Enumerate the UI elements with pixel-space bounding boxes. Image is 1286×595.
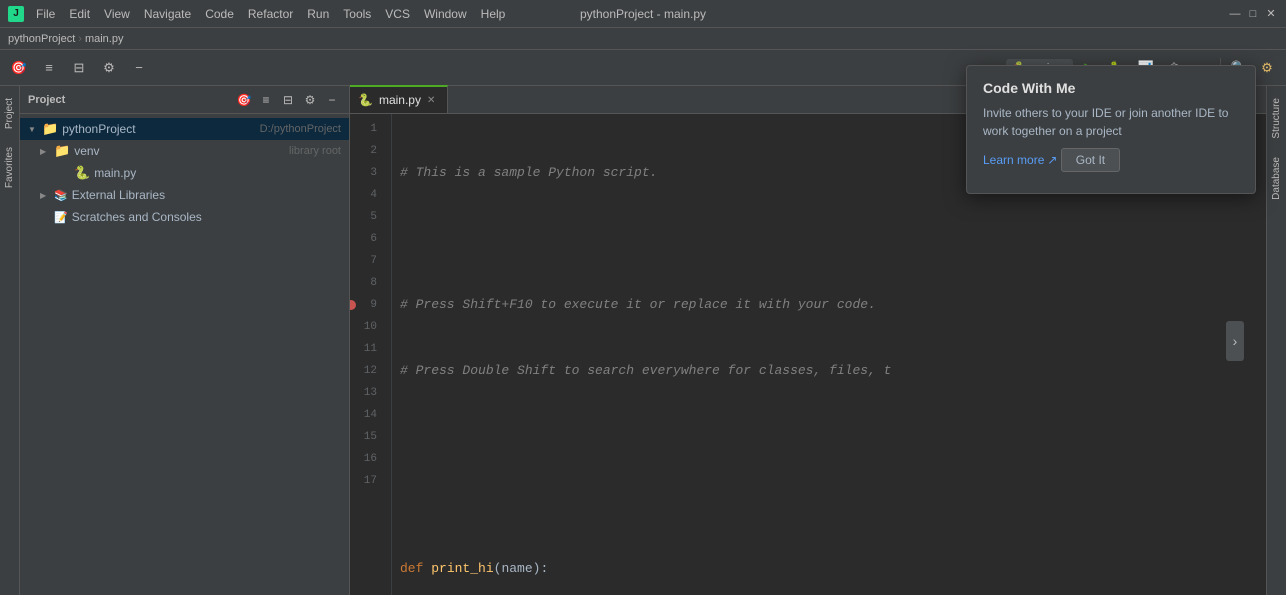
left-tab-project[interactable]: Project — [1, 90, 18, 137]
learn-more-link[interactable]: Learn more ↗ — [983, 153, 1057, 167]
tree-label-mainpy: main.py — [94, 166, 341, 180]
tree-item-venv[interactable]: ▶ 📁 venv library root — [20, 140, 349, 162]
editor-tab-mainpy[interactable]: 🐍 main.py ✕ — [350, 85, 448, 113]
scratches-icon: 📝 — [54, 211, 68, 224]
line-num-16: 16 — [350, 448, 383, 470]
tree-label-pythonproject: pythonProject — [62, 122, 255, 136]
app-icon: J — [8, 6, 24, 22]
tree-arrow-ext-libs: ▶ — [40, 191, 50, 200]
popup-description: Invite others to your IDE or join anothe… — [983, 104, 1239, 140]
tree-arrow-venv: ▶ — [40, 147, 50, 156]
sidebar-action-locate[interactable]: 🎯 — [235, 91, 253, 109]
tree-item-scratches[interactable]: 📝 Scratches and Consoles — [20, 206, 349, 228]
menu-navigate[interactable]: Navigate — [138, 5, 197, 23]
right-tab-database[interactable]: Database — [1268, 149, 1285, 208]
window-title: pythonProject - main.py — [580, 7, 706, 21]
breadcrumb-file[interactable]: main.py — [85, 33, 124, 45]
code-line-4: ▶ # Press Double Shift to search everywh… — [400, 360, 1258, 382]
breadcrumb-sep: › — [78, 33, 82, 45]
folder-icon-venv: 📁 — [54, 143, 70, 159]
got-it-button[interactable]: Got It — [1061, 148, 1120, 172]
sidebar: Project 🎯 ≡ ⊟ ⚙ − ▼ 📁 pythonProject D:/p… — [20, 86, 350, 595]
close-button[interactable]: ✕ — [1264, 7, 1278, 21]
popup-title: Code With Me — [983, 80, 1239, 96]
code-line-3: # Press Shift+F10 to execute it or repla… — [400, 294, 1258, 316]
sidebar-action-collapse-all[interactable]: ⊟ — [279, 91, 297, 109]
breadcrumb: pythonProject › main.py — [0, 28, 1286, 50]
tab-label: main.py — [379, 93, 421, 107]
sidebar-title: Project — [28, 94, 231, 106]
toolbar-locate-button[interactable]: 🎯 — [6, 55, 32, 81]
menu-refactor[interactable]: Refactor — [242, 5, 299, 23]
line-num-13: 13 — [350, 382, 383, 404]
toolbar-minus-button[interactable]: − — [126, 55, 152, 81]
right-tab-structure[interactable]: Structure — [1268, 90, 1285, 147]
sidebar-action-settings[interactable]: ⚙ — [301, 91, 319, 109]
line-num-4: 4 — [350, 184, 383, 206]
menu-file[interactable]: File — [30, 5, 61, 23]
line-num-10: 10 — [350, 316, 383, 338]
line-num-9: 9 — [350, 294, 383, 316]
tree-arrow-pythonproject: ▼ — [28, 125, 38, 134]
editor-expand-arrow[interactable]: › — [1226, 321, 1244, 361]
tab-icon: 🐍 — [358, 93, 373, 107]
menu-window[interactable]: Window — [418, 5, 473, 23]
sidebar-action-expand-all[interactable]: ≡ — [257, 91, 275, 109]
line-num-14: 14 — [350, 404, 383, 426]
title-bar: J File Edit View Navigate Code Refactor … — [0, 0, 1286, 28]
right-tab-strip: Structure Database — [1266, 86, 1286, 595]
line-num-8: 8 — [350, 272, 383, 294]
line-num-3: 3 — [350, 162, 383, 184]
menu-edit[interactable]: Edit — [63, 5, 96, 23]
code-line-5 — [400, 426, 1258, 448]
ext-libs-icon: 📚 — [54, 189, 68, 202]
code-line-7: ▼ def print_hi(name): — [400, 558, 1258, 580]
line-num-11: 11 — [350, 338, 383, 360]
minimize-button[interactable]: — — [1228, 7, 1242, 21]
sidebar-content: ▼ 📁 pythonProject D:/pythonProject ▶ 📁 v… — [20, 114, 349, 595]
tree-label-venv: venv — [74, 144, 285, 158]
line-num-15: 15 — [350, 426, 383, 448]
line-num-1: 1 — [350, 118, 383, 140]
left-tab-strip: Project Favorites — [0, 86, 20, 595]
menu-view[interactable]: View — [98, 5, 136, 23]
settings-gear-button[interactable]: ⚙ — [1254, 55, 1280, 81]
line-num-7: 7 — [350, 250, 383, 272]
tab-close-button[interactable]: ✕ — [427, 95, 435, 106]
learn-more-icon: ↗ — [1047, 153, 1057, 167]
menu-code[interactable]: Code — [199, 5, 240, 23]
code-line-6 — [400, 492, 1258, 514]
line-num-17: 17 — [350, 470, 383, 492]
menu-run[interactable]: Run — [301, 5, 335, 23]
window-controls: — □ ✕ — [1228, 7, 1278, 21]
python-file-icon: 🐍 — [74, 165, 90, 181]
learn-more-label: Learn more — [983, 153, 1044, 167]
code-line-2 — [400, 228, 1258, 250]
line-num-6: 6 — [350, 228, 383, 250]
line-numbers: 1 2 3 4 5 6 7 8 9 10 11 12 13 14 15 16 1… — [350, 114, 392, 595]
code-with-me-popup: Code With Me Invite others to your IDE o… — [966, 65, 1256, 194]
maximize-button[interactable]: □ — [1246, 7, 1260, 21]
tree-label-ext-libs: External Libraries — [72, 188, 341, 202]
tree-label-scratches: Scratches and Consoles — [72, 210, 341, 224]
tree-item-external-libraries[interactable]: ▶ 📚 External Libraries — [20, 184, 349, 206]
toolbar-settings-button[interactable]: ⚙ — [96, 55, 122, 81]
left-tab-favorites[interactable]: Favorites — [1, 139, 18, 196]
line-num-12: 12 — [350, 360, 383, 382]
line-num-2: 2 — [350, 140, 383, 162]
toolbar-expand-button[interactable]: ≡ — [36, 55, 62, 81]
menu-vcs[interactable]: VCS — [379, 5, 416, 23]
line-num-5: 5 — [350, 206, 383, 228]
sidebar-header: Project 🎯 ≡ ⊟ ⚙ − — [20, 86, 349, 114]
tree-hint-pythonproject: D:/pythonProject — [260, 123, 341, 135]
tree-hint-venv: library root — [289, 145, 341, 157]
sidebar-action-close[interactable]: − — [323, 91, 341, 109]
folder-icon-pythonproject: 📁 — [42, 121, 58, 137]
menu-help[interactable]: Help — [475, 5, 512, 23]
tree-item-mainpy[interactable]: 🐍 main.py — [20, 162, 349, 184]
tree-item-pythonproject[interactable]: ▼ 📁 pythonProject D:/pythonProject — [20, 118, 349, 140]
breadcrumb-project[interactable]: pythonProject — [8, 33, 75, 45]
toolbar-collapse-button[interactable]: ⊟ — [66, 55, 92, 81]
menu-tools[interactable]: Tools — [337, 5, 377, 23]
